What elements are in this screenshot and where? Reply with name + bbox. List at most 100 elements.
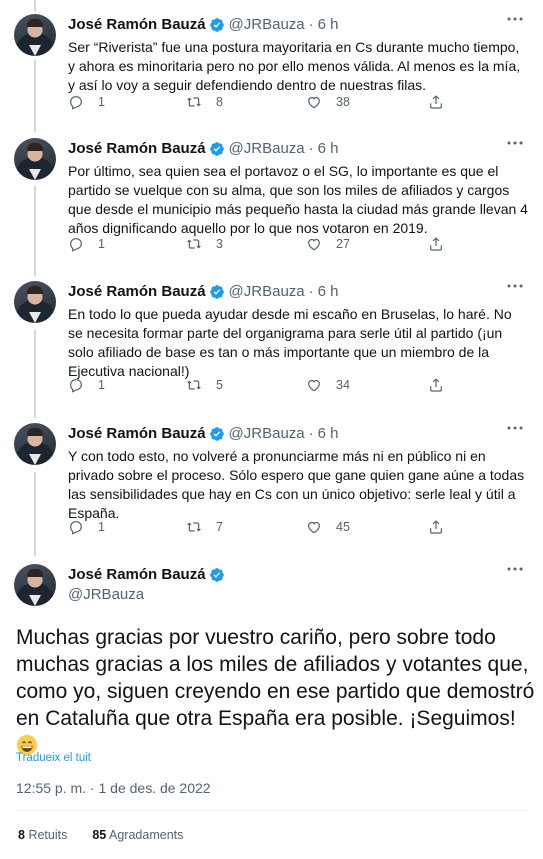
reply-button[interactable]: 1 (68, 94, 105, 110)
retweets-label: Retuits (28, 828, 68, 842)
share-icon (428, 377, 444, 393)
retweet-count: 3 (216, 237, 223, 251)
author-name[interactable]: José Ramón Bauzá (68, 140, 206, 157)
author-name[interactable]: José Ramón Bauzá (68, 566, 206, 583)
verified-icon (209, 567, 225, 583)
more-options-icon[interactable] (507, 426, 523, 430)
tweet-timestamp[interactable]: 12:55 p. m. · 1 de des. de 2022 (16, 780, 211, 796)
divider (16, 810, 527, 811)
reply-icon (68, 236, 84, 252)
separator: · (308, 425, 314, 442)
reply-button[interactable]: 1 (68, 377, 105, 393)
tweet-time[interactable]: 6 h (318, 16, 339, 33)
thread-tweet[interactable]: José Ramón Bauzá @JRBauza · 6 h Por últi… (0, 138, 543, 270)
more-options-icon[interactable] (507, 284, 523, 288)
avatar[interactable] (14, 423, 56, 465)
share-icon (428, 519, 444, 535)
thread-tweet[interactable]: José Ramón Bauzá @JRBauza · 6 h Ser “Riv… (0, 14, 543, 126)
separator: · (308, 140, 314, 157)
likes-label: Agradaments (109, 828, 184, 842)
like-count: 34 (336, 378, 350, 392)
like-button[interactable]: 27 (306, 236, 350, 252)
share-button[interactable] (428, 94, 458, 110)
separator: · (308, 283, 314, 300)
author-name[interactable]: José Ramón Bauzá (68, 425, 206, 442)
likes-count: 85 (92, 828, 107, 842)
tweet-header: José Ramón Bauzá @JRBauza · 6 h (68, 283, 339, 300)
more-options-icon[interactable] (507, 141, 523, 145)
reply-count: 1 (98, 237, 105, 251)
thread-tweet[interactable]: José Ramón Bauzá @JRBauza · 6 h En todo … (0, 281, 543, 413)
retweet-button[interactable]: 7 (186, 519, 223, 535)
thread-line (34, 0, 36, 12)
tweet-time[interactable]: 6 h (318, 283, 339, 300)
reply-button[interactable]: 1 (68, 519, 105, 535)
tweet-time[interactable]: 6 h (318, 425, 339, 442)
tweet-time[interactable]: 6 h (318, 140, 339, 157)
retweets-count: 8 (18, 828, 25, 842)
verified-icon (209, 284, 225, 300)
tweet-text: Por último, sea quien sea el portavoz o … (68, 163, 528, 236)
author-name[interactable]: José Ramón Bauzá (68, 283, 206, 300)
reply-icon (68, 94, 84, 110)
likes-stat[interactable]: 85 Agradaments (92, 828, 183, 842)
reply-icon (68, 377, 84, 393)
verified-icon (209, 141, 225, 157)
tweet-text: En todo lo que pueda ayudar desde mi esc… (68, 306, 512, 379)
retweet-button[interactable]: 5 (186, 377, 223, 393)
thread-tweet[interactable]: José Ramón Bauzá @JRBauza · 6 h Y con to… (0, 423, 543, 555)
reply-button[interactable]: 1 (68, 236, 105, 252)
avatar[interactable] (14, 564, 56, 606)
heart-icon (306, 519, 322, 535)
more-options-icon[interactable] (507, 567, 523, 571)
retweets-stat[interactable]: 8 Retuits (18, 828, 67, 842)
retweet-icon (186, 377, 202, 393)
more-options-icon[interactable] (507, 17, 523, 21)
heart-icon (306, 236, 322, 252)
reply-count: 1 (98, 520, 105, 534)
main-tweet: José Ramón Bauzá @JRBauza (0, 564, 543, 624)
tweet-header: José Ramón Bauzá (68, 566, 229, 583)
tweet-header: José Ramón Bauzá @JRBauza · 6 h (68, 140, 339, 157)
retweet-button[interactable]: 3 (186, 236, 223, 252)
tweet-header: José Ramón Bauzá @JRBauza · 6 h (68, 425, 339, 442)
reply-icon (68, 519, 84, 535)
avatar[interactable] (14, 138, 56, 180)
like-count: 27 (336, 237, 350, 251)
like-count: 45 (336, 520, 350, 534)
author-handle[interactable]: @JRBauza (229, 140, 305, 157)
author-handle[interactable]: @JRBauza (229, 16, 305, 33)
main-tweet-text: Muchas gracias por vuestro cariño, pero … (16, 624, 536, 759)
main-handle-row: @JRBauza (68, 586, 144, 603)
retweet-count: 5 (216, 378, 223, 392)
heart-icon (306, 377, 322, 393)
retweet-icon (186, 94, 202, 110)
author-handle[interactable]: @JRBauza (229, 425, 305, 442)
author-handle[interactable]: @JRBauza (229, 283, 305, 300)
retweet-count: 8 (216, 95, 223, 109)
tweet-text: Ser “Riverista” fue una postura mayorita… (68, 39, 521, 93)
share-button[interactable] (428, 236, 458, 252)
verified-icon (209, 17, 225, 33)
tweet-text: Y con todo esto, no volveré a pronunciar… (68, 448, 525, 521)
tweet-header: José Ramón Bauzá @JRBauza · 6 h (68, 16, 339, 33)
retweet-icon (186, 236, 202, 252)
retweet-button[interactable]: 8 (186, 94, 223, 110)
like-button[interactable]: 34 (306, 377, 350, 393)
heart-icon (306, 94, 322, 110)
avatar[interactable] (14, 14, 56, 56)
separator: · (308, 16, 314, 33)
share-button[interactable] (428, 519, 458, 535)
share-icon (428, 236, 444, 252)
share-button[interactable] (428, 377, 458, 393)
main-tweet-body: Muchas gracias por vuestro cariño, pero … (16, 626, 535, 730)
author-name[interactable]: José Ramón Bauzá (68, 16, 206, 33)
reply-count: 1 (98, 95, 105, 109)
translate-link[interactable]: Tradueix el tuit (16, 752, 91, 764)
retweet-icon (186, 519, 202, 535)
verified-icon (209, 426, 225, 442)
author-handle[interactable]: @JRBauza (68, 586, 144, 603)
like-button[interactable]: 38 (306, 94, 350, 110)
avatar[interactable] (14, 281, 56, 323)
like-button[interactable]: 45 (306, 519, 350, 535)
